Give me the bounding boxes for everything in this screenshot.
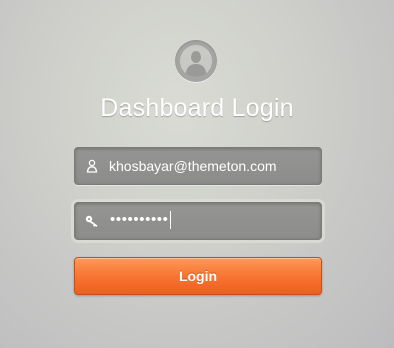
password-dots: ••••••••••	[110, 211, 169, 228]
password-value: ••••••••••	[110, 211, 171, 230]
key-icon	[85, 214, 99, 228]
avatar	[175, 40, 217, 82]
password-field[interactable]: ••••••••••	[74, 202, 322, 240]
page-title: Dashboard Login	[100, 94, 294, 122]
text-caret	[169, 211, 171, 230]
user-icon	[85, 159, 99, 173]
email-value: khosbayar@themeton.com	[109, 158, 277, 174]
login-button[interactable]: Login	[74, 257, 322, 295]
email-field[interactable]: khosbayar@themeton.com	[74, 147, 322, 185]
user-avatar-icon	[180, 45, 212, 77]
